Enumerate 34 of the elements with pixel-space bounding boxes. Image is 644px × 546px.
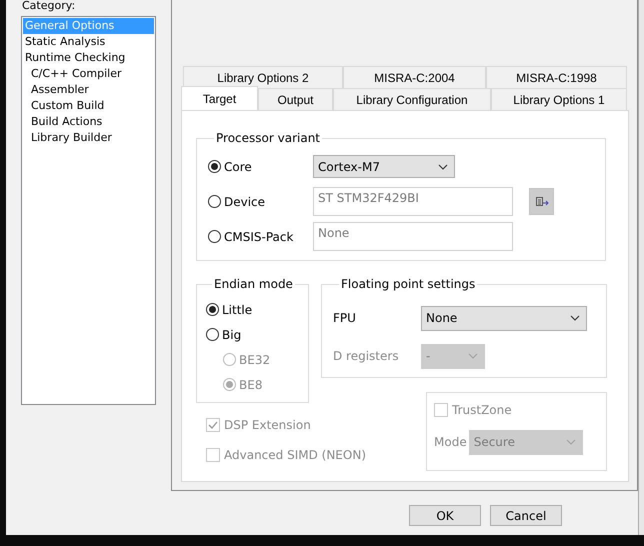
check-icon (208, 420, 218, 430)
category-item[interactable]: Runtime Checking (23, 50, 154, 66)
tab[interactable]: MISRA-C:1998 (486, 66, 627, 88)
field-label: FPU (333, 311, 357, 325)
tab[interactable]: Target (181, 86, 258, 110)
chevron-icon (566, 439, 576, 445)
tab[interactable]: Output (258, 88, 333, 110)
category-item[interactable]: Build Actions (23, 114, 154, 130)
category-item[interactable]: Static Analysis (23, 34, 154, 50)
group-title: Endian mode (213, 277, 294, 291)
tab[interactable]: Library Configuration (333, 88, 491, 110)
tab[interactable]: MISRA-C:2004 (343, 66, 486, 88)
group-title: Floating point settings (340, 277, 476, 291)
tab[interactable]: Library Options 2 (183, 66, 343, 88)
radio-button[interactable]: Little (206, 302, 252, 316)
field-label: D registers (333, 349, 400, 363)
chevron-icon (438, 164, 448, 170)
category-item[interactable]: Custom Build (23, 98, 154, 114)
category-item[interactable]: Assembler (23, 82, 154, 98)
category-item[interactable]: C/C++ Compiler (23, 66, 154, 82)
document-arrow-icon (534, 196, 548, 208)
field-label: Mode (434, 435, 467, 449)
dropdown[interactable]: None (421, 306, 587, 330)
dialog-button[interactable]: OK (409, 505, 481, 526)
category-label: Category: (21, 0, 76, 14)
chevron-icon (468, 353, 478, 359)
category-item[interactable]: Library Builder (23, 130, 154, 146)
radio-button[interactable]: Big (206, 328, 242, 342)
chevron-icon (570, 315, 580, 321)
dropdown[interactable]: Cortex-M7 (313, 155, 455, 178)
dialog-button[interactable]: Cancel (490, 505, 562, 526)
tab[interactable]: Library Options 1 (491, 88, 627, 110)
group-title: Processor variant (215, 131, 321, 145)
radio-button[interactable]: Core (208, 160, 252, 174)
